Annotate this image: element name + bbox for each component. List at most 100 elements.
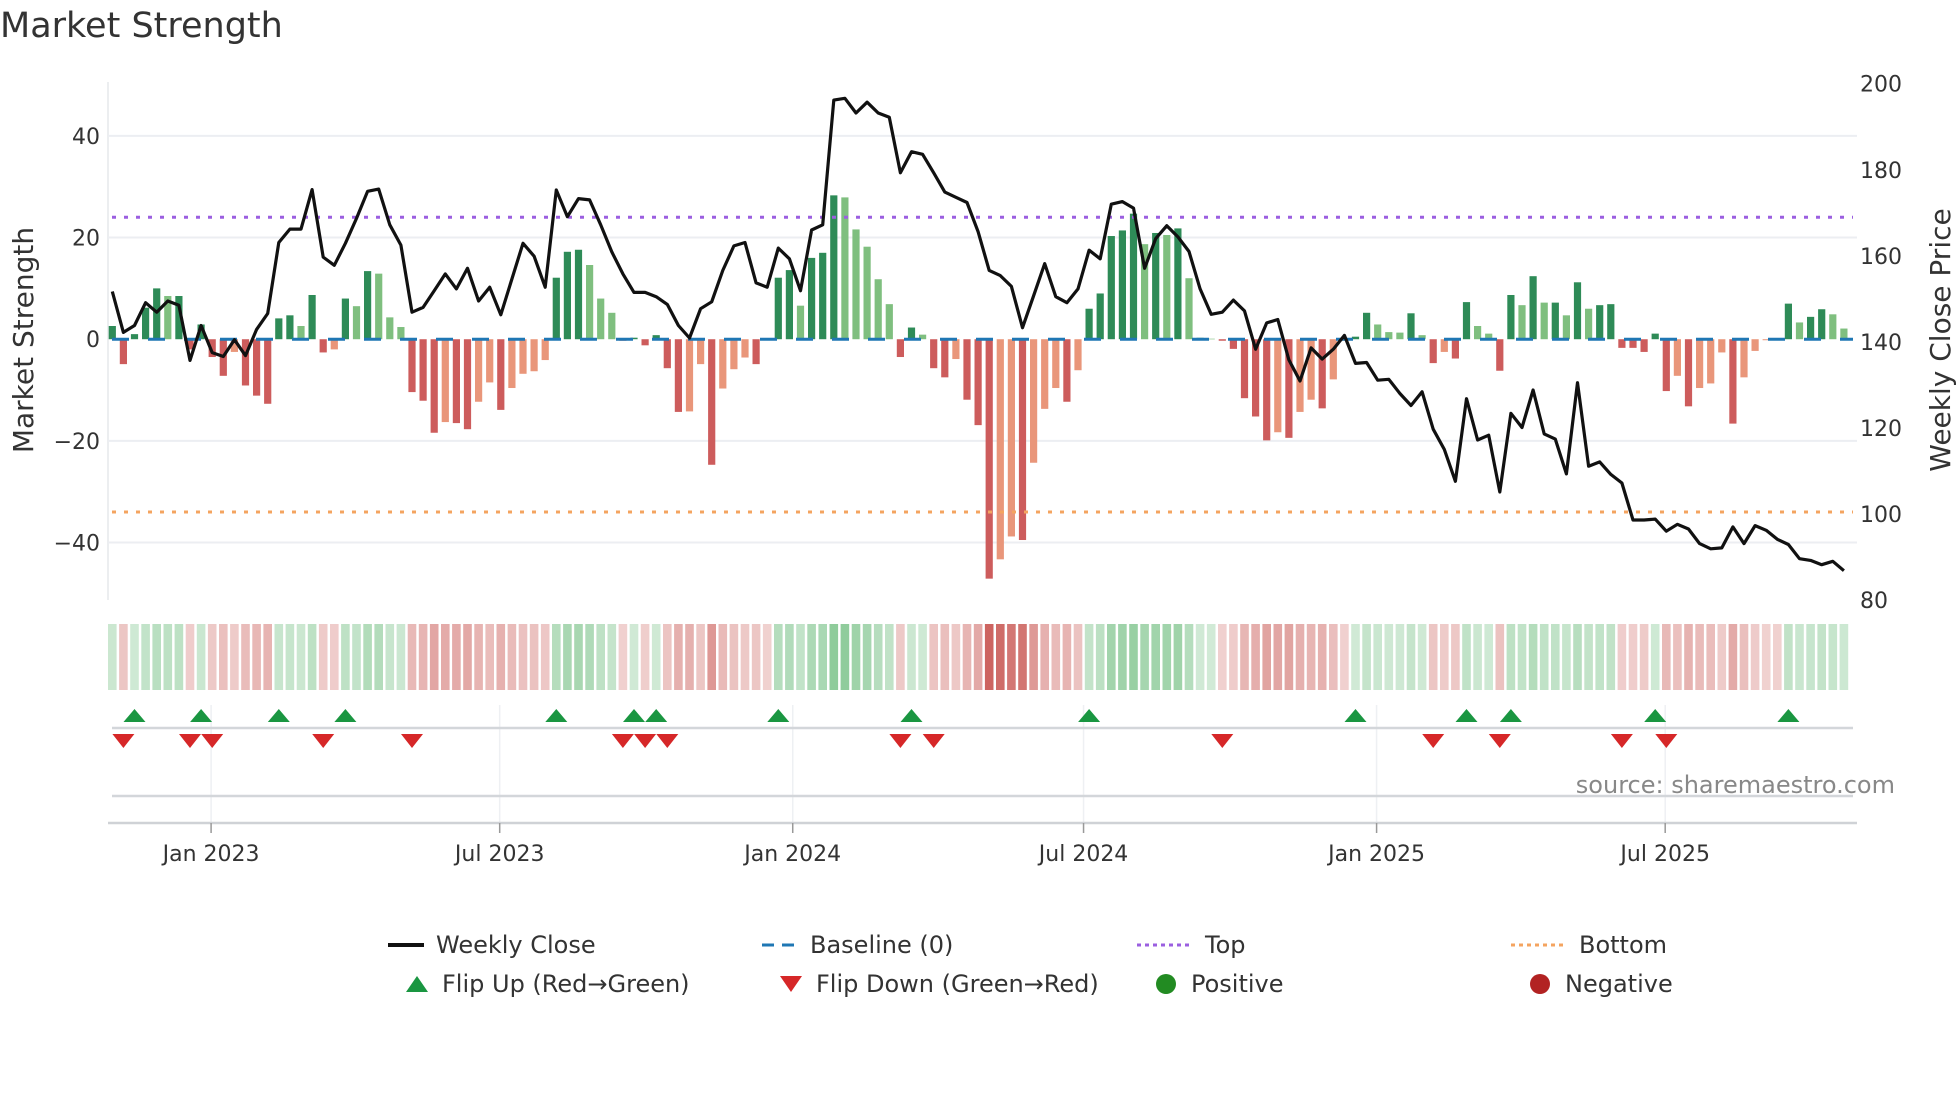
strength-bar	[1540, 302, 1548, 340]
heat-cell	[674, 624, 683, 690]
strength-bar	[297, 326, 305, 340]
strength-bar	[1063, 339, 1071, 402]
heat-cell	[962, 624, 972, 690]
heat-cell	[1662, 624, 1671, 690]
flip-up-marker	[1777, 709, 1800, 722]
strength-bar	[586, 265, 594, 340]
heat-cell	[1451, 624, 1460, 690]
heat-cell	[1151, 624, 1160, 690]
heat-cell	[1040, 624, 1049, 690]
heat-cell	[1484, 624, 1493, 690]
heat-cell	[1018, 624, 1027, 690]
heat-cell	[1584, 624, 1593, 690]
heat-cell	[1684, 624, 1693, 690]
strength-bar	[1240, 339, 1249, 399]
legend-positive: Positive	[1153, 969, 1284, 999]
heat-cell	[618, 624, 628, 690]
strength-bar	[1462, 302, 1471, 340]
strength-bar	[1263, 339, 1271, 441]
heat-cell	[862, 624, 872, 690]
strength-bar	[1474, 326, 1482, 340]
strength-bar	[1374, 324, 1382, 340]
heat-cell	[452, 624, 461, 690]
heat-cell	[1606, 624, 1616, 690]
strength-bar	[930, 339, 938, 369]
strength-bar	[1440, 339, 1448, 352]
heat-cell	[785, 624, 794, 690]
heat-cell	[1317, 624, 1327, 690]
strength-bar	[1596, 305, 1604, 340]
strength-bar	[486, 339, 494, 383]
strength-bar	[530, 339, 538, 372]
strength-bar	[1041, 339, 1049, 409]
heat-cell	[396, 624, 406, 690]
heat-cell	[1173, 624, 1183, 690]
heat-cell	[807, 624, 816, 690]
heat-cell	[1406, 624, 1416, 690]
heat-cell	[596, 624, 605, 690]
strength-bar	[963, 339, 971, 400]
legend-label: Flip Up (Red→Green)	[442, 970, 690, 998]
heat-cell	[407, 624, 417, 690]
heat-cell	[1340, 624, 1349, 690]
flip-up-marker	[123, 709, 146, 722]
flip-down-marker	[1211, 734, 1234, 748]
strength-bar	[774, 277, 782, 340]
flip-down-marker	[1655, 734, 1678, 748]
strength-bar	[1118, 230, 1126, 340]
strength-bar	[153, 288, 161, 340]
weekly-close-polyline	[110, 96, 1845, 572]
heat-cell	[418, 624, 428, 690]
heat-cell	[829, 624, 839, 690]
heat-cell	[1395, 624, 1405, 690]
strength-bar	[1451, 339, 1459, 359]
strength-bar	[674, 339, 682, 412]
right-tick-label: 80	[1860, 589, 1888, 614]
heat-cell	[873, 624, 883, 690]
heat-cell	[252, 624, 261, 690]
strength-bar	[1651, 333, 1659, 340]
heat-cell	[1728, 624, 1738, 690]
strength-bar	[1018, 339, 1027, 541]
strength-bar	[1107, 236, 1115, 340]
heat-cell	[363, 624, 372, 690]
heat-strip	[108, 624, 1849, 690]
strength-bar	[697, 339, 705, 365]
flip-down-marker	[611, 734, 634, 748]
strength-bar	[375, 273, 383, 340]
heat-cell	[1195, 624, 1205, 690]
legend-baseline: Baseline (0)	[762, 930, 953, 960]
heat-cell	[973, 624, 983, 690]
heat-cell	[352, 624, 361, 690]
right-tick-label: 140	[1860, 331, 1902, 356]
flip-down-marker	[201, 734, 224, 748]
strength-bar	[1573, 282, 1582, 340]
strength-bar	[541, 339, 549, 361]
heat-cell	[1362, 624, 1371, 690]
heat-cell	[296, 624, 306, 690]
heat-cell	[1140, 624, 1149, 690]
strength-bar	[519, 339, 527, 374]
heat-cell	[141, 624, 150, 690]
weekly-close-line	[110, 96, 1845, 572]
strength-bar	[1640, 339, 1648, 352]
left-tick-label: −20	[54, 430, 100, 455]
strength-bar	[1407, 313, 1415, 340]
heat-cell	[1639, 624, 1649, 690]
strength-bar	[408, 339, 416, 393]
heat-cell	[1617, 624, 1627, 690]
left-tick-label: 20	[72, 227, 100, 252]
heat-cell	[574, 624, 583, 690]
heat-cell	[230, 624, 239, 690]
reference-lines	[112, 215, 1853, 514]
heat-cell	[552, 624, 561, 690]
flip-up-marker	[623, 709, 645, 722]
heat-cell	[696, 624, 705, 690]
heat-cell	[1573, 624, 1582, 690]
strength-bar	[819, 252, 827, 340]
triangle-up-icon	[406, 976, 428, 992]
heat-cell	[629, 624, 639, 690]
heat-cell	[1506, 624, 1516, 690]
flip-up-marker	[190, 709, 213, 722]
strength-bar	[741, 339, 749, 358]
